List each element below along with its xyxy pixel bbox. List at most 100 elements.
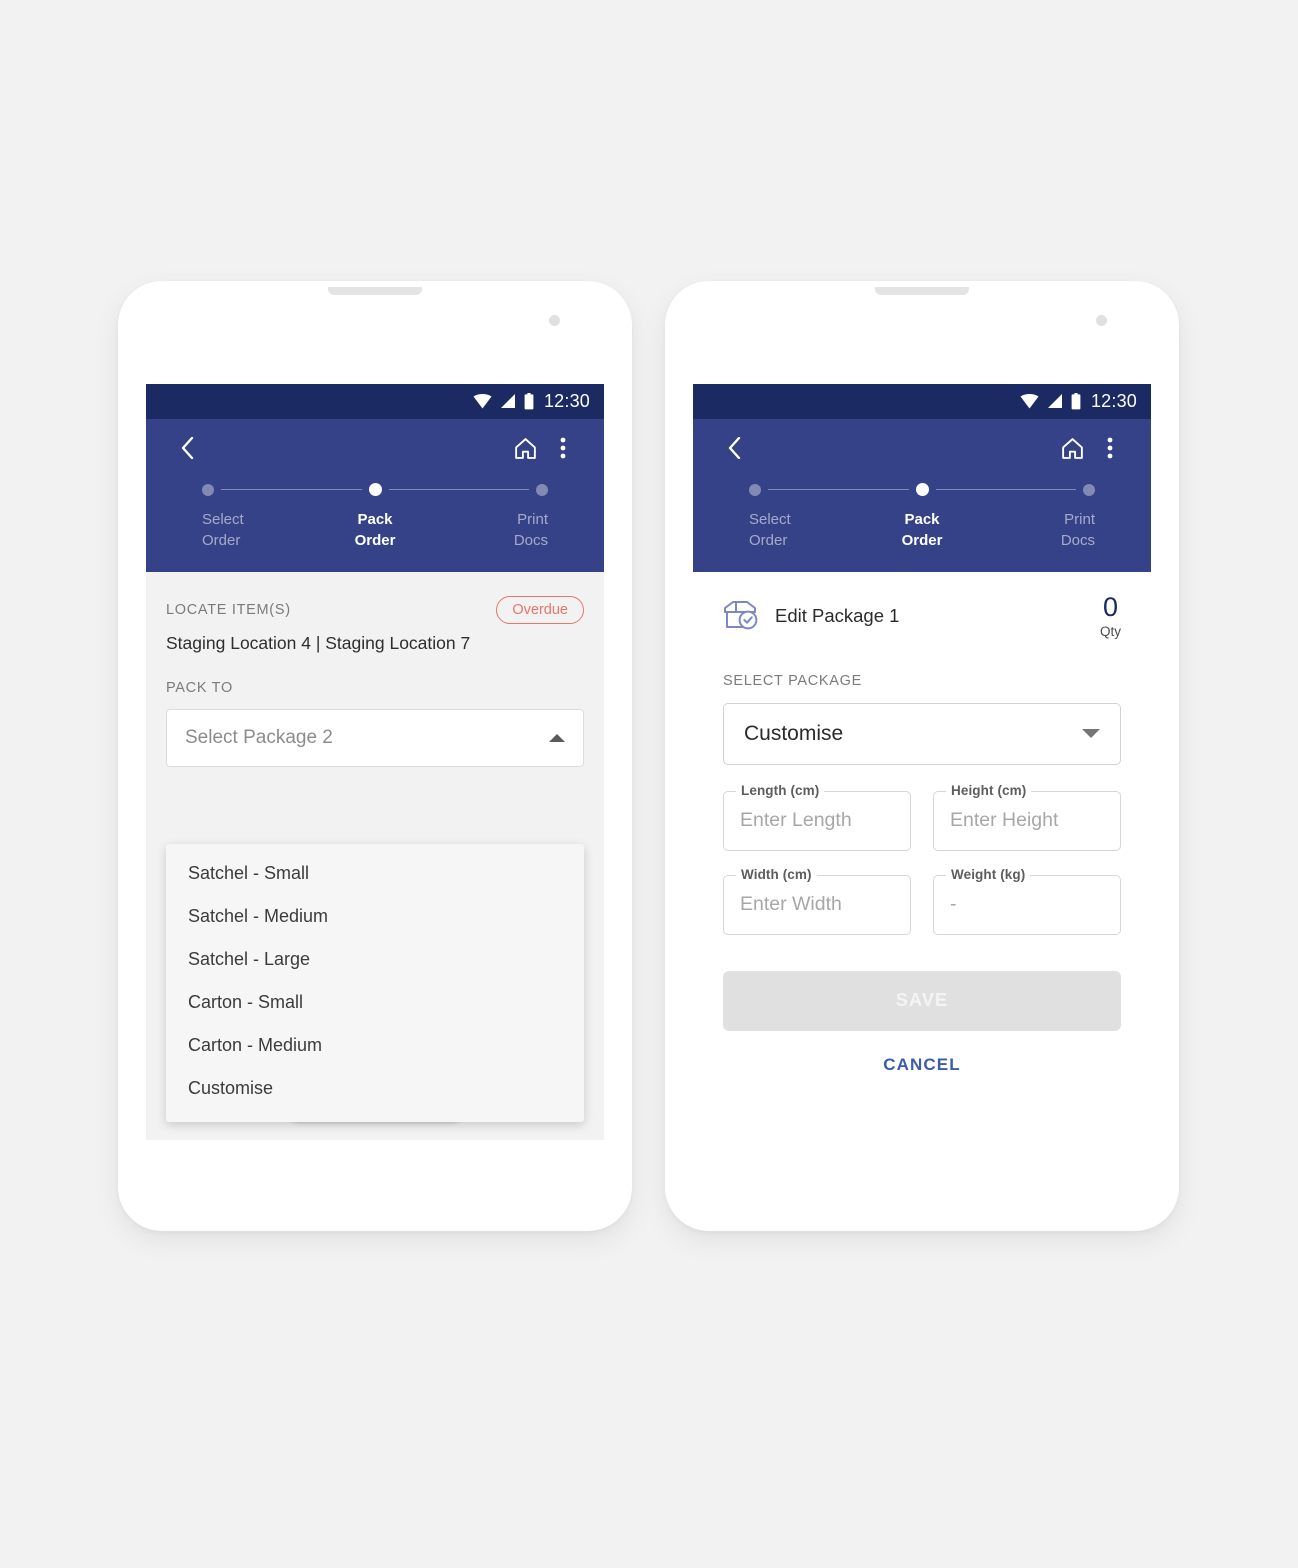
height-input[interactable] xyxy=(950,809,1104,833)
height-field-label: Height (cm) xyxy=(946,782,1032,798)
home-button[interactable] xyxy=(1053,429,1091,467)
pack-order-content: LOCATE ITEM(S) Overdue Staging Location … xyxy=(146,571,604,1130)
step-label-line1: Pack xyxy=(357,511,393,528)
pack-to-select[interactable]: Select Package 2 xyxy=(166,708,584,767)
step-dot-pack-order[interactable] xyxy=(915,483,929,496)
step-label-line2: Order xyxy=(749,532,788,550)
front-camera-dot xyxy=(1096,315,1107,326)
step-label-line1: Pack xyxy=(904,511,940,528)
package-check-icon xyxy=(724,601,758,630)
step-label-pack-order: Pack Order xyxy=(339,509,411,552)
chevron-left-icon xyxy=(181,437,193,459)
step-label-line1: Select xyxy=(749,511,791,528)
select-package-label: SELECT PACKAGE xyxy=(723,672,863,689)
qty-label: Qty xyxy=(1099,623,1121,639)
length-input[interactable] xyxy=(740,809,894,833)
step-label-line2: Docs xyxy=(513,532,548,550)
signal-icon xyxy=(500,394,515,408)
step-label-line1: Print xyxy=(517,511,548,528)
overflow-menu-button[interactable] xyxy=(1091,429,1129,467)
status-bar: 12:30 xyxy=(693,384,1151,419)
edit-package-title: Edit Package 1 xyxy=(775,605,900,627)
home-icon xyxy=(514,437,536,459)
dropdown-option-satchel-small[interactable]: Satchel - Small xyxy=(166,852,584,895)
earpiece-speaker xyxy=(875,287,969,295)
dropdown-option-satchel-large[interactable]: Satchel - Large xyxy=(166,938,584,981)
chevron-down-icon xyxy=(1082,729,1100,739)
overflow-menu-button[interactable] xyxy=(544,429,582,467)
step-connector-2 xyxy=(388,489,529,490)
screen-left: 12:30 Select Order Pack Order Print Docs… xyxy=(146,384,604,1140)
chevron-up-icon xyxy=(549,733,565,742)
edit-package-header: Edit Package 1 0 Qty xyxy=(723,572,1121,639)
dropdown-option-satchel-medium[interactable]: Satchel - Medium xyxy=(166,895,584,938)
step-dot-select-order[interactable] xyxy=(202,483,214,496)
battery-icon xyxy=(524,393,534,410)
step-label-select-order: Select Order xyxy=(749,509,821,552)
package-dropdown-menu: Satchel - Small Satchel - Medium Satchel… xyxy=(166,843,584,1122)
back-button[interactable] xyxy=(168,429,206,467)
step-dot-print-docs[interactable] xyxy=(1083,483,1095,496)
step-label-print-docs: Print Docs xyxy=(476,509,548,552)
app-bar: Select Order Pack Order Print Docs xyxy=(146,419,604,572)
battery-icon xyxy=(1071,393,1081,410)
dropdown-option-carton-medium[interactable]: Carton - Medium xyxy=(166,1024,584,1067)
step-label-select-order: Select Order xyxy=(202,509,274,552)
step-connector-1 xyxy=(768,489,909,490)
width-input[interactable] xyxy=(740,893,894,917)
step-label-line2: Docs xyxy=(1060,532,1095,550)
qty-value: 0 xyxy=(1102,591,1118,622)
step-label-pack-order: Pack Order xyxy=(886,509,958,552)
front-camera-dot xyxy=(549,315,560,326)
step-label-line2: Order xyxy=(354,532,396,550)
weight-input[interactable] xyxy=(950,893,1104,917)
more-vertical-icon xyxy=(560,437,566,459)
back-button[interactable] xyxy=(715,429,753,467)
step-dot-pack-order[interactable] xyxy=(368,483,382,496)
step-label-print-docs: Print Docs xyxy=(1023,509,1095,552)
length-field[interactable]: Length (cm) xyxy=(723,782,911,851)
edit-package-content: Edit Package 1 0 Qty SELECT PACKAGE Cust… xyxy=(693,571,1151,1164)
locate-items-value: Staging Location 4 | Staging Location 7 xyxy=(166,632,471,653)
weight-field[interactable]: Weight (kg) xyxy=(933,866,1121,935)
step-label-line1: Select xyxy=(202,511,244,528)
select-package-value: Customise xyxy=(744,721,844,745)
status-badge-overdue: Overdue xyxy=(496,595,584,624)
status-bar-time: 12:30 xyxy=(543,391,590,411)
phone-device-left: 12:30 Select Order Pack Order Print Docs… xyxy=(118,281,632,1231)
step-connector-1 xyxy=(221,489,362,490)
dropdown-option-carton-small[interactable]: Carton - Small xyxy=(166,981,584,1024)
save-button[interactable]: SAVE xyxy=(723,970,1121,1031)
stepper: Select Order Pack Order Print Docs xyxy=(693,477,1151,552)
status-bar-time: 12:30 xyxy=(1090,391,1137,411)
select-package-dropdown[interactable]: Customise xyxy=(723,702,1121,765)
screen-right: 12:30 Select Order Pack Order Print Docs… xyxy=(693,384,1151,1174)
weight-field-label: Weight (kg) xyxy=(946,866,1031,882)
length-field-label: Length (cm) xyxy=(736,782,825,798)
width-field-label: Width (cm) xyxy=(736,866,817,882)
wifi-icon xyxy=(1020,394,1039,409)
pack-to-label: PACK TO xyxy=(166,679,233,696)
step-label-line2: Order xyxy=(202,532,241,550)
app-bar: Select Order Pack Order Print Docs xyxy=(693,419,1151,572)
step-dot-select-order[interactable] xyxy=(749,483,761,496)
home-button[interactable] xyxy=(506,429,544,467)
chevron-left-icon xyxy=(728,437,740,459)
locate-items-label: LOCATE ITEM(S) xyxy=(166,601,291,618)
signal-icon xyxy=(1047,394,1062,408)
cancel-button[interactable]: CANCEL xyxy=(723,1055,1121,1075)
locate-items-row: LOCATE ITEM(S) Overdue xyxy=(166,572,584,624)
pack-to-select-value: Select Package 2 xyxy=(185,726,333,748)
step-label-line2: Order xyxy=(901,532,943,550)
qty-block: 0 Qty xyxy=(1099,591,1121,639)
dropdown-option-customise[interactable]: Customise xyxy=(166,1067,584,1110)
more-vertical-icon xyxy=(1107,437,1113,459)
step-label-line1: Print xyxy=(1064,511,1095,528)
width-field[interactable]: Width (cm) xyxy=(723,866,911,935)
earpiece-speaker xyxy=(328,287,422,295)
step-dot-print-docs[interactable] xyxy=(536,483,548,496)
wifi-icon xyxy=(473,394,492,409)
phone-device-right: 12:30 Select Order Pack Order Print Docs… xyxy=(665,281,1179,1231)
step-connector-2 xyxy=(935,489,1076,490)
height-field[interactable]: Height (cm) xyxy=(933,782,1121,851)
